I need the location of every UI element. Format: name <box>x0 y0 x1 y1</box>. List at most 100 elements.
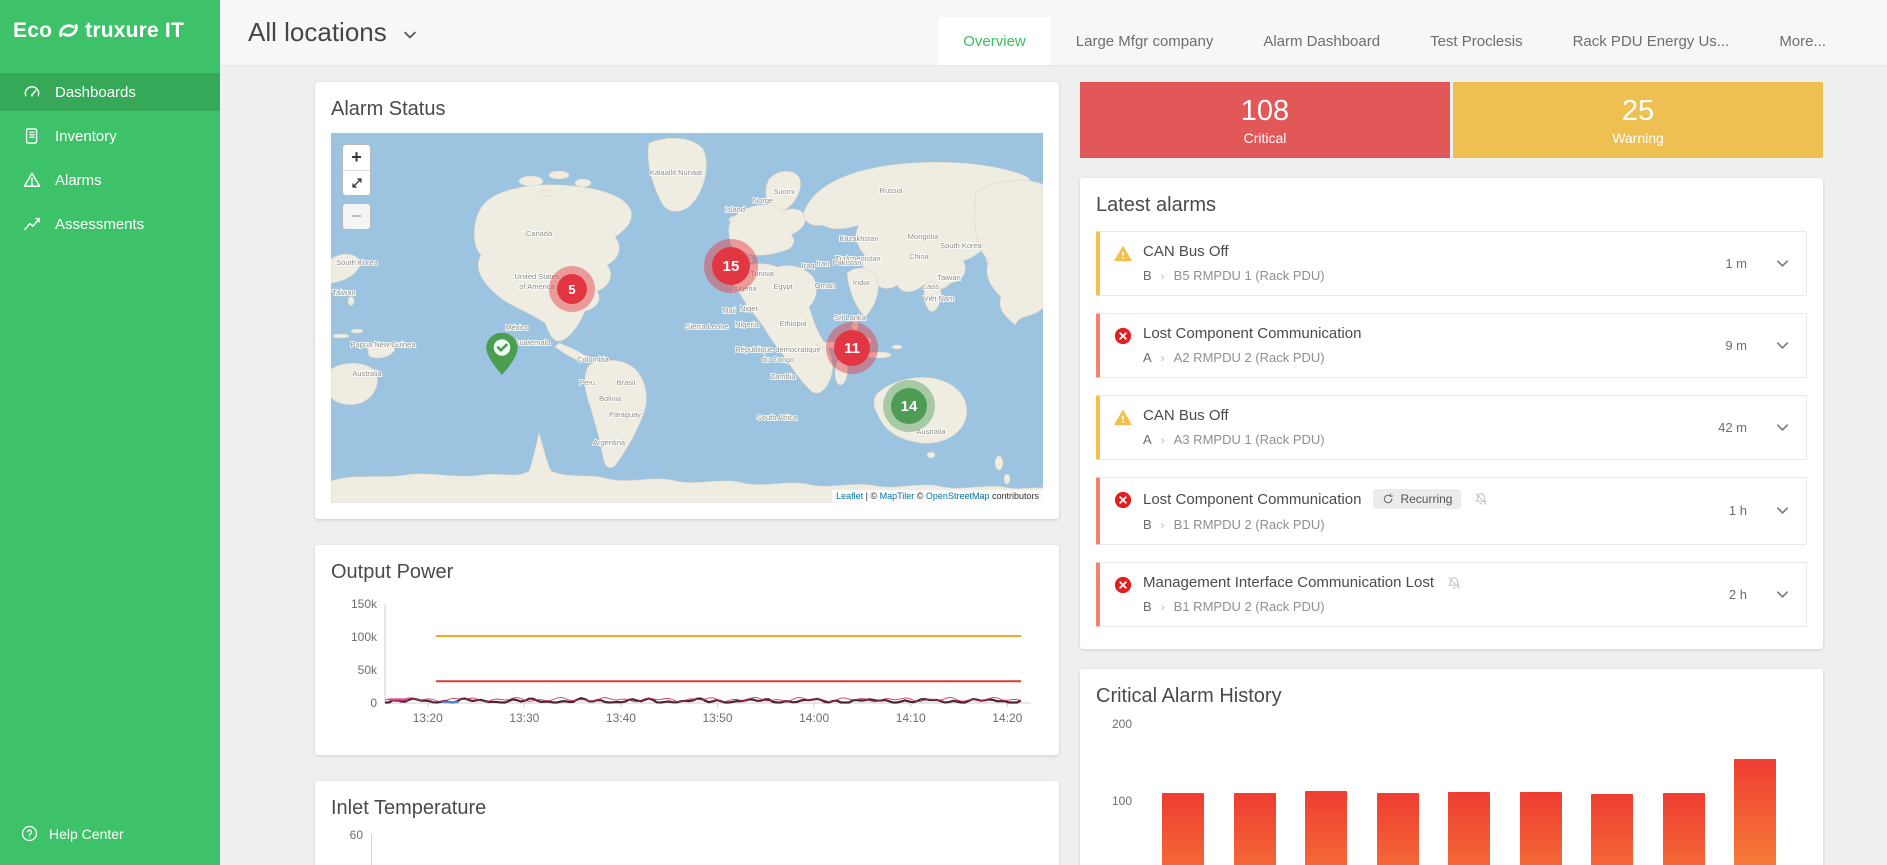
map-country-label: Russia <box>880 186 904 195</box>
expand-chevron-icon[interactable] <box>1775 503 1790 518</box>
tab-overview[interactable]: Overview <box>938 17 1051 65</box>
expand-chevron-icon[interactable] <box>1775 338 1790 353</box>
alarm-location-path: A›A2 RMPDU 2 (Rack PDU) <box>1143 350 1715 365</box>
cah-bar <box>1663 793 1705 865</box>
tab-rack-pdu-energy-us[interactable]: Rack PDU Energy Us... <box>1548 17 1755 65</box>
expand-chevron-icon[interactable] <box>1775 587 1790 602</box>
sidebar-item-dashboards[interactable]: Dashboards <box>0 73 220 111</box>
map-zoom-out-button[interactable]: − <box>343 204 370 229</box>
sidebar-item-label: Inventory <box>55 128 117 145</box>
latest-alarms-list: CAN Bus OffB›B5 RMPDU 1 (Rack PDU)1 m Los… <box>1096 231 1807 627</box>
map-country-label: Taiwan <box>937 273 960 282</box>
alarm-row[interactable]: Management Interface Communication LostB… <box>1096 562 1807 627</box>
alarm-row[interactable]: Lost Component CommunicationRecurringB›B… <box>1096 477 1807 545</box>
map-country-label: China <box>909 252 929 261</box>
recurring-icon <box>1382 493 1394 505</box>
critical-count-tile[interactable]: 108 Critical <box>1080 82 1450 158</box>
location-selector[interactable]: All locations <box>248 17 418 48</box>
map-zoom-in-button[interactable]: + <box>343 145 370 170</box>
map-landmass <box>331 138 1043 503</box>
tab-label: Overview <box>963 33 1026 50</box>
map-country-label: Mali <box>722 306 736 315</box>
attribution-link[interactable]: Leaflet <box>836 491 863 501</box>
map-country-label: Island <box>725 205 745 214</box>
cah-bar <box>1377 793 1419 865</box>
map-country-label: Papua New Guinea <box>350 340 416 349</box>
map-fullscreen-button[interactable] <box>343 170 370 195</box>
critical-icon <box>1114 327 1132 345</box>
tab-label: Rack PDU Energy Us... <box>1573 33 1730 50</box>
tab-more[interactable]: More... <box>1754 17 1851 65</box>
latest-alarms-card: Latest alarms CAN Bus OffB›B5 RMPDU 1 (R… <box>1080 178 1823 649</box>
map-cluster-marker-critical[interactable]: 5 <box>549 266 595 312</box>
tab-test-proclesis[interactable]: Test Proclesis <box>1405 17 1548 65</box>
recurring-badge-label: Recurring <box>1400 492 1452 506</box>
tab-alarm-dashboard[interactable]: Alarm Dashboard <box>1238 17 1405 65</box>
alarm-row[interactable]: CAN Bus OffB›B5 RMPDU 1 (Rack PDU)1 m <box>1096 231 1807 296</box>
map-country-label: Guatemala <box>514 338 552 347</box>
attribution-text: | © <box>863 491 879 501</box>
expand-chevron-icon[interactable] <box>1775 420 1790 435</box>
location-selector-label: All locations <box>248 17 387 48</box>
help-center-label: Help Center <box>49 826 124 842</box>
cah-y-tick-label: 200 <box>1096 717 1132 731</box>
map-country-label: Suomi <box>773 187 795 196</box>
map-country-label: Brasil <box>617 378 636 387</box>
output-power-chart: 150k100k50k013:2013:3013:4013:5014:0014:… <box>331 590 1043 740</box>
tab-label: Large Mfgr company <box>1076 33 1214 50</box>
assessments-icon <box>22 214 42 234</box>
ecostruxure-logo[interactable]: Eco truxure IT <box>0 0 220 59</box>
content-body: Alarm Status <box>220 66 1887 865</box>
warning-count-label: Warning <box>1612 130 1664 146</box>
attribution-link[interactable]: MapTiler <box>880 491 915 501</box>
warning-icon <box>1114 409 1132 427</box>
map-country-label: Taiwan <box>332 288 355 297</box>
map-cluster-marker-ok[interactable]: 14 <box>883 380 935 432</box>
critical-alarm-history-title: Critical Alarm History <box>1096 685 1807 708</box>
tab-label: Alarm Dashboard <box>1263 33 1380 50</box>
tab-large-mfgr-company[interactable]: Large Mfgr company <box>1051 17 1239 65</box>
op-x-tick-label: 13:20 <box>413 711 443 725</box>
alarm-row-main: Management Interface Communication LostB… <box>1143 574 1719 614</box>
logo-text-eco: Eco <box>13 19 52 43</box>
attribution-link[interactable]: OpenStreetMap <box>926 491 990 501</box>
warning-count-value: 25 <box>1622 94 1654 129</box>
alarm-location: A <box>1143 350 1152 365</box>
sidebar-item-alarms[interactable]: Alarms <box>0 161 220 199</box>
map-country-label: Laos <box>923 282 940 291</box>
expand-chevron-icon[interactable] <box>1775 256 1790 271</box>
sidebar-item-assessments[interactable]: Assessments <box>0 205 220 243</box>
map-cluster-marker-critical[interactable]: 15 <box>704 239 758 293</box>
op-y-tick-label: 0 <box>370 696 377 710</box>
map-cluster-marker-critical[interactable]: 11 <box>826 322 878 374</box>
map-pin-ok-marker[interactable] <box>486 333 518 380</box>
alarm-age: 9 m <box>1725 338 1747 353</box>
alarm-row-right: 42 m <box>1718 420 1798 435</box>
alarms-icon <box>22 170 42 190</box>
map-attribution: Leaflet | © MapTiler © OpenStreetMap con… <box>832 490 1043 503</box>
map-country-label: México <box>505 323 529 332</box>
sidebar-item-label: Assessments <box>55 216 144 233</box>
warning-count-tile[interactable]: 25 Warning <box>1453 82 1823 158</box>
alarm-row[interactable]: CAN Bus OffA›A3 RMPDU 1 (Rack PDU)42 m <box>1096 395 1807 460</box>
ecostruxure-swirl-icon <box>52 16 85 45</box>
dashboards-icon <box>22 82 42 102</box>
alarm-row-right: 2 h <box>1729 587 1798 602</box>
warning-icon <box>1114 245 1132 263</box>
cah-y-tick-label: 100 <box>1096 794 1132 808</box>
alarm-location: B <box>1143 517 1152 532</box>
map-country-label: Nigeria <box>735 320 760 329</box>
map-country-label: Oman <box>815 281 835 290</box>
sidebar-item-inventory[interactable]: Inventory <box>0 117 220 155</box>
inlet-temperature-title: Inlet Temperature <box>331 797 1043 820</box>
map-country-label: Sri Lanka <box>834 313 867 322</box>
world-map[interactable]: Kalaallit NunaatIslandCanadaUnited State… <box>331 133 1043 503</box>
map-country-label: Kalaallit Nunaat <box>650 168 703 177</box>
alarm-row[interactable]: Lost Component CommunicationA›A2 RMPDU 2… <box>1096 313 1807 378</box>
help-icon <box>20 824 39 843</box>
attribution-text: © <box>914 491 926 501</box>
inventory-icon <box>22 126 42 146</box>
map-country-label: South Korea <box>940 241 983 250</box>
help-center-button[interactable]: Help Center <box>0 804 220 865</box>
map-country-label: Argentina <box>593 438 626 447</box>
